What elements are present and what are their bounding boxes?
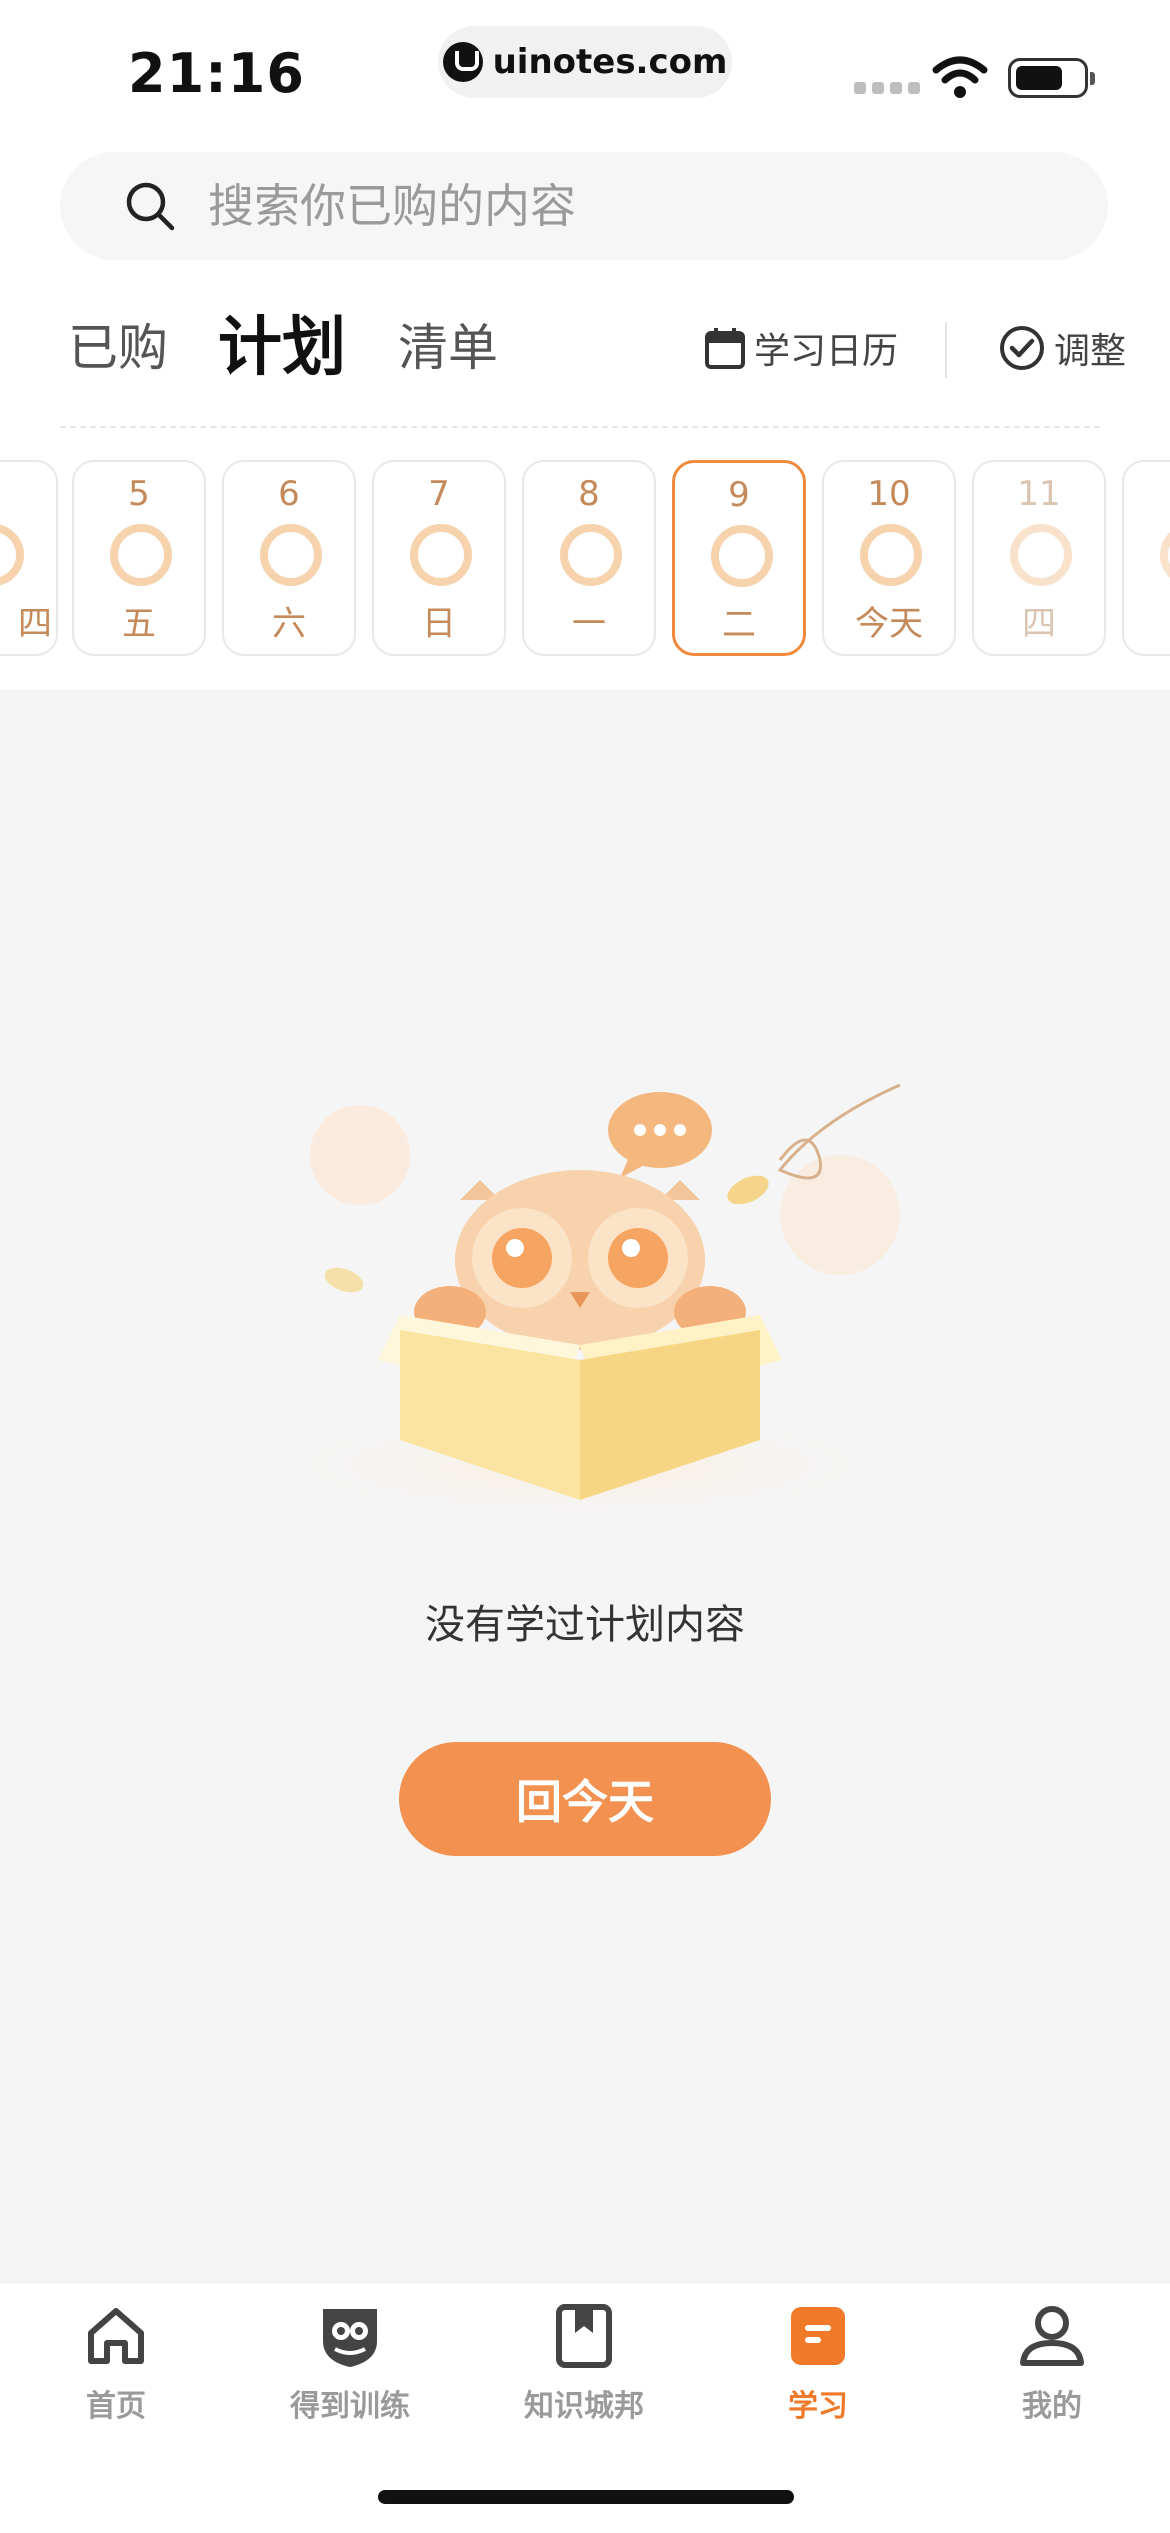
tab-list[interactable]: 清单	[398, 308, 498, 380]
day-card-today[interactable]: 10 今天	[822, 460, 956, 656]
dashed-divider	[60, 426, 1100, 428]
home-icon	[88, 2308, 144, 2364]
nav-knowledge[interactable]: 知识城邦	[484, 2301, 684, 2425]
day-strip[interactable]: 四 5 五 6 六 7 日 8 一 9 二 10 今天 11 四	[0, 460, 1170, 660]
progress-ring	[560, 524, 622, 586]
battery-icon	[1008, 58, 1095, 98]
progress-ring	[1160, 524, 1170, 586]
day-card[interactable]: 8 一	[522, 460, 656, 656]
day-number: 6	[278, 474, 300, 514]
wifi-icon	[932, 56, 988, 98]
nav-home[interactable]: 首页	[16, 2301, 216, 2425]
adjust-button[interactable]: 调整	[998, 322, 1126, 374]
day-weekday: 五	[122, 604, 156, 644]
progress-ring	[860, 524, 922, 586]
nav-label: 首页	[86, 2389, 146, 2424]
back-to-today-button[interactable]: 回今天	[399, 1742, 771, 1856]
bookmark-book-icon	[556, 2304, 612, 2368]
nav-label: 我的	[1022, 2389, 1082, 2424]
day-number: 8	[578, 474, 600, 514]
nav-label: 得到训练	[290, 2389, 410, 2424]
check-circle-icon	[1000, 326, 1044, 370]
home-indicator	[378, 2490, 794, 2504]
nav-profile[interactable]: 我的	[952, 2301, 1152, 2425]
tab-purchased[interactable]: 已购	[68, 308, 168, 380]
adjust-label: 调整	[1054, 331, 1127, 372]
day-card[interactable]	[1122, 460, 1170, 656]
progress-ring	[0, 524, 24, 586]
day-number: 10	[867, 474, 911, 514]
day-card[interactable]: 6 六	[222, 460, 356, 656]
day-card[interactable]: 11 四	[972, 460, 1106, 656]
day-weekday: 六	[272, 604, 306, 644]
profile-icon	[1020, 2306, 1084, 2366]
search-input[interactable]	[206, 178, 1010, 234]
day-number: 5	[128, 474, 150, 514]
day-card-selected[interactable]: 9 二	[672, 460, 806, 656]
day-weekday: 一	[572, 604, 606, 644]
progress-ring	[410, 524, 472, 586]
day-number: 9	[728, 475, 750, 515]
day-number: 11	[1017, 474, 1061, 514]
empty-owl-box-illustration	[270, 1083, 900, 1525]
empty-message: 没有学过计划内容	[425, 1602, 745, 1648]
calendar-button[interactable]: 学习日历	[704, 322, 898, 374]
search-bar[interactable]	[60, 152, 1108, 260]
day-card[interactable]: 四	[0, 460, 58, 656]
search-icon	[126, 182, 175, 231]
progress-ring	[711, 525, 773, 587]
calendar-label: 学习日历	[754, 331, 899, 372]
nav-label: 知识城邦	[524, 2389, 644, 2424]
progress-ring	[110, 524, 172, 586]
nav-training[interactable]: 得到训练	[250, 2301, 450, 2425]
status-time: 21:16	[128, 42, 305, 105]
day-weekday: 四	[1022, 604, 1056, 644]
day-number: 7	[428, 474, 450, 514]
day-weekday: 二	[722, 605, 756, 645]
divider	[945, 322, 947, 378]
tab-plan[interactable]: 计划	[218, 296, 346, 388]
day-weekday: 今天	[855, 604, 923, 644]
progress-ring	[260, 524, 322, 586]
site-logo-icon	[442, 42, 483, 82]
study-icon	[791, 2307, 845, 2365]
nav-label: 学习	[788, 2389, 848, 2424]
url-pill[interactable]: uinotes.com	[438, 26, 732, 98]
calendar-icon	[705, 328, 745, 369]
nav-study[interactable]: 学习	[718, 2301, 918, 2425]
progress-ring	[1010, 524, 1072, 586]
day-card[interactable]: 5 五	[72, 460, 206, 656]
day-weekday: 日	[422, 604, 456, 644]
signal-icon	[854, 82, 920, 94]
owl-shield-icon	[323, 2309, 377, 2367]
url-text: uinotes.com	[492, 42, 728, 82]
day-card[interactable]: 7 日	[372, 460, 506, 656]
